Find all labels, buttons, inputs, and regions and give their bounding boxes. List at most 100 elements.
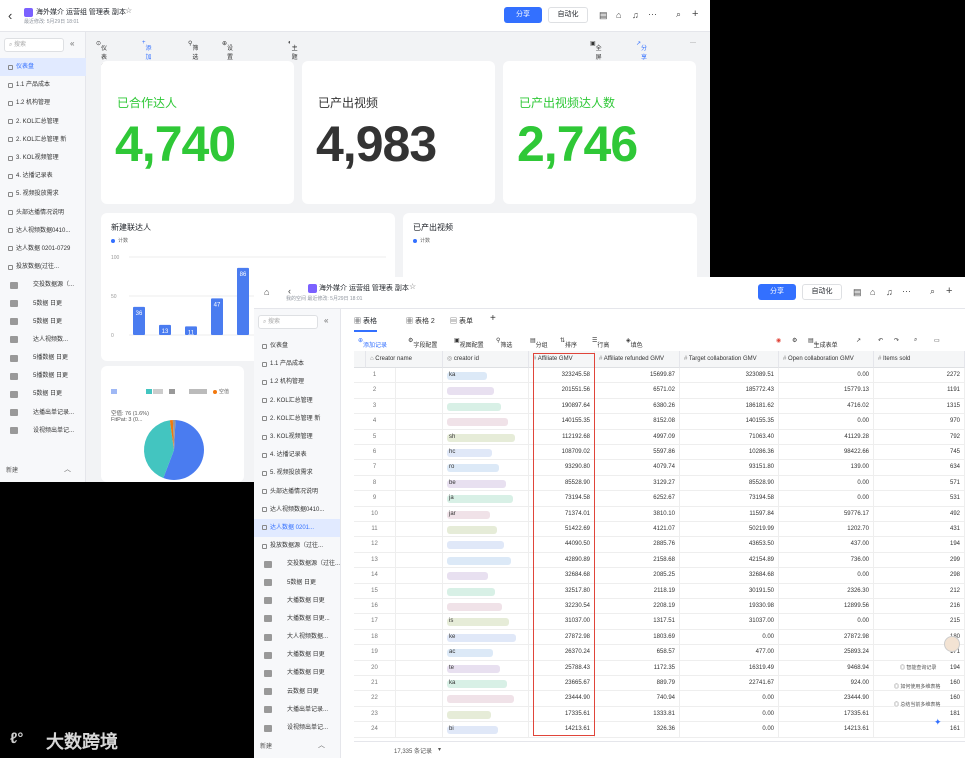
smart-query-button[interactable]: ◎ 智能查询记录 [900,664,937,671]
metric-card-cooperated[interactable]: 已合作达人 4,740 [101,61,294,204]
refunded-gmv-cell[interactable]: 2158.68 [595,552,680,569]
creator-name-cell[interactable] [396,691,443,707]
creator-name-cell[interactable] [396,706,443,723]
sidebar-item[interactable]: 头部达播情况说明 [254,483,340,501]
items-sold-cell[interactable]: 492 [874,506,965,522]
creator-name-cell[interactable] [396,537,443,553]
more-icon[interactable]: ··· [690,40,696,46]
refunded-gmv-cell[interactable]: 889.79 [595,676,680,692]
items-sold-cell[interactable]: 634 [874,460,965,476]
table-row[interactable]: 3 190897.64 6380.26 186181.62 4716.02 1315 [354,398,965,415]
sidebar-search-input[interactable]: ⌕ 搜索 [4,38,64,52]
table-row[interactable]: 10 jar 71374.01 3810.10 11597.84 59776.17 492 [354,506,965,522]
creator-id-cell[interactable] [443,537,529,553]
sidebar-item[interactable]: 大播数据 日更... [254,610,340,628]
open-gmv-cell[interactable]: 15779.13 [779,383,874,399]
search-icon[interactable]: ⌕ [930,286,935,297]
refunded-gmv-cell[interactable]: 6252.67 [595,491,680,507]
refunded-gmv-cell[interactable]: 8152.08 [595,414,680,430]
sparkle-icon[interactable]: ✦ [934,717,942,728]
creator-name-cell[interactable] [396,660,443,676]
open-gmv-cell[interactable]: 924.00 [779,676,874,692]
refunded-gmv-cell[interactable]: 1317.51 [595,614,680,630]
search-icon[interactable]: ⌕ [914,337,917,344]
sidebar-item[interactable]: 4. 达播记录表 [254,446,340,464]
sidebar-item[interactable]: 5数据 日更 [0,294,86,312]
items-sold-cell[interactable]: 970 [874,414,965,430]
comment-icon[interactable]: ▭ [934,337,940,344]
refunded-gmv-cell[interactable]: 15699.87 [595,368,680,384]
table-row[interactable]: 24 bi 14213.61 326.36 0.00 14213.61 161 [354,722,965,738]
auto-send-button[interactable]: ⊕ 设置自动化发送 [222,40,233,106]
items-sold-cell[interactable]: 745 [874,445,965,461]
refunded-gmv-cell[interactable]: 3810.10 [595,506,680,522]
creator-name-cell[interactable] [396,645,443,661]
sidebar-item[interactable]: 大播数据 日更 [254,664,340,682]
refunded-gmv-cell[interactable]: 4121.07 [595,522,680,538]
items-sold-cell[interactable]: 1315 [874,398,965,415]
sidebar-item[interactable]: 2. KOL汇总管理 新 [0,131,86,149]
target-gmv-cell[interactable]: 140155.35 [680,414,779,430]
target-gmv-cell[interactable]: 22741.67 [680,676,779,692]
sidebar-item[interactable]: 5播数据 日更 [0,367,86,385]
creator-id-cell[interactable]: ka [443,368,529,384]
table-row[interactable]: 6 hc 108709.02 5597.86 10286.36 98422.66 745 [354,445,965,461]
sidebar-item[interactable]: 达人视频数据0410... [254,501,340,519]
target-gmv-cell[interactable]: 32684.68 [680,568,779,584]
creator-name-cell[interactable] [396,460,443,476]
open-gmv-cell[interactable]: 25893.24 [779,645,874,661]
avatar[interactable] [944,636,960,652]
creator-id-cell[interactable] [443,398,529,415]
refunded-gmv-cell[interactable]: 740.94 [595,691,680,707]
items-sold-cell[interactable]: 215 [874,614,965,630]
more-icon[interactable]: ··· [648,9,657,19]
creator-name-cell[interactable] [396,614,443,630]
settings-icon[interactable]: ⚙ [792,337,797,344]
creator-id-cell[interactable] [443,706,529,723]
share-button[interactable]: 分享 [758,284,796,300]
creator-name-cell[interactable] [396,398,443,415]
sidebar-item[interactable]: 云数据 日更 [254,683,340,701]
filter-button[interactable]: ⚲ 筛选 [496,337,512,349]
target-gmv-cell[interactable]: 50219.99 [680,522,779,538]
column-header[interactable]: ◎ creator id [443,351,529,368]
doc-icon[interactable]: ▤ [853,287,862,298]
creator-name-cell[interactable] [396,414,443,430]
creator-name-cell[interactable] [396,552,443,569]
sidebar-item[interactable]: 设视频出单记... [254,719,340,737]
refunded-gmv-cell[interactable]: 658.57 [595,645,680,661]
table-row[interactable]: 8 be 85528.90 3129.27 85528.90 0.00 571 [354,475,965,492]
sidebar-item[interactable]: 2. KOL汇总管理 [0,113,86,131]
column-header[interactable]: # Items sold [874,351,965,368]
summarize-button[interactable]: ◎ 总结当前多维表格 [894,701,941,708]
refunded-gmv-cell[interactable]: 2208.19 [595,599,680,615]
creator-name-cell[interactable] [396,583,443,599]
creator-id-cell[interactable] [443,383,529,399]
open-gmv-cell[interactable]: 14213.61 [779,722,874,738]
creator-name-cell[interactable] [396,568,443,584]
target-gmv-cell[interactable]: 73194.58 [680,491,779,507]
theme-button[interactable]: ◐ 主题 [288,40,298,61]
sidebar-item[interactable]: 头部达播情况说明 [0,204,86,222]
sidebar-item[interactable]: 5. 视频投放需求 [0,185,86,203]
sidebar-item[interactable]: 5数据 日更 [0,313,86,331]
chevron-up-icon[interactable]: ︿ [64,464,71,474]
creator-id-cell[interactable]: te [443,660,529,676]
sidebar-item[interactable]: 5播数据 日更 [0,349,86,367]
refunded-gmv-cell[interactable]: 2885.76 [595,537,680,553]
open-gmv-cell[interactable]: 437.00 [779,537,874,553]
items-sold-cell[interactable]: 298 [874,568,965,584]
creator-name-cell[interactable] [396,368,443,384]
creator-id-cell[interactable] [443,691,529,707]
target-gmv-cell[interactable]: 477.00 [680,645,779,661]
sidebar-item[interactable]: 4. 达播记录表 [0,167,86,185]
tab-table-1[interactable]: ▦ 表格 [354,316,377,332]
table-row[interactable]: 5 sh 112192.68 4997.09 71063.40 41129.28 792 [354,429,965,445]
refunded-gmv-cell[interactable]: 4997.09 [595,429,680,445]
creator-id-cell[interactable]: ro [443,460,529,476]
open-gmv-cell[interactable]: 59776.17 [779,506,874,522]
star-icon[interactable]: ☆ [125,6,132,15]
refunded-gmv-cell[interactable]: 1803.69 [595,629,680,646]
doc-icon[interactable]: ▤ [599,10,608,21]
target-gmv-cell[interactable]: 30191.50 [680,583,779,599]
